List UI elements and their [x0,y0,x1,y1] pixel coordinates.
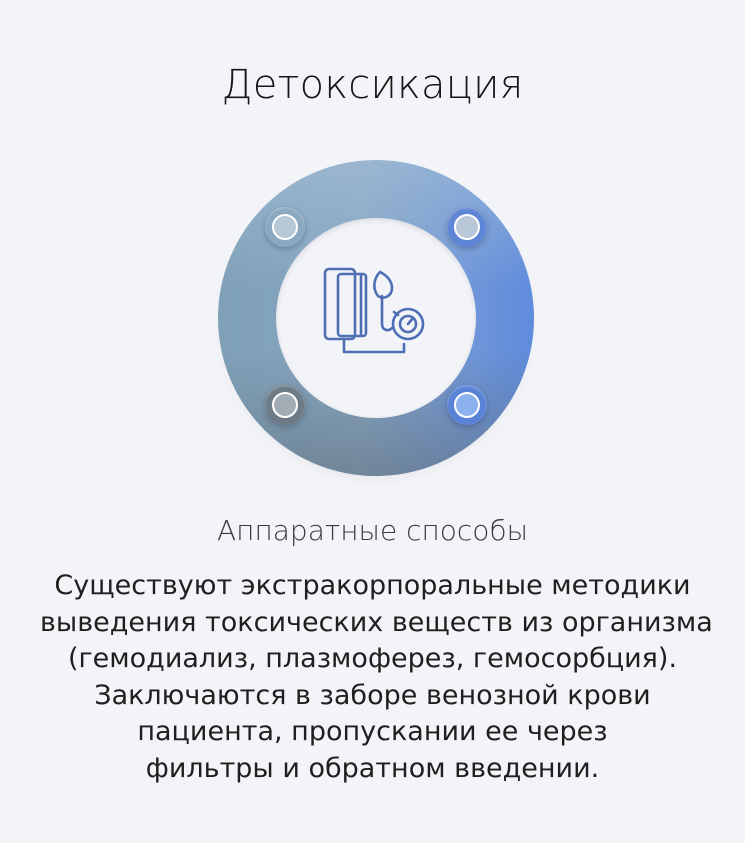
description-line: фильтры и обратном введении. [145,752,600,784]
description-text: Существуют экстракорпоральные методики в… [40,568,713,787]
ring-node-bottom-right [447,385,487,425]
circular-ring-diagram [218,160,534,476]
description-line: выведения токсических веществ из организ… [40,606,713,638]
ring-node-top-left [265,207,305,247]
description-line: пациента, пропускании ее через [137,716,608,747]
section-subtitle: Аппаратные способы [217,514,528,547]
ring-node-bottom-left [265,385,305,425]
description-line: Заключаются в заборе венозной крови [94,679,651,711]
description-line: Существуют экстракорпоральные методики [54,570,691,601]
ring-node-top-right [447,207,487,247]
apparatus-with-gauge-icon [323,267,425,354]
page-title: Детоксикация [221,62,524,108]
description-line: (гемодиализ, плазмоферез, гемосорбция). [67,643,678,674]
